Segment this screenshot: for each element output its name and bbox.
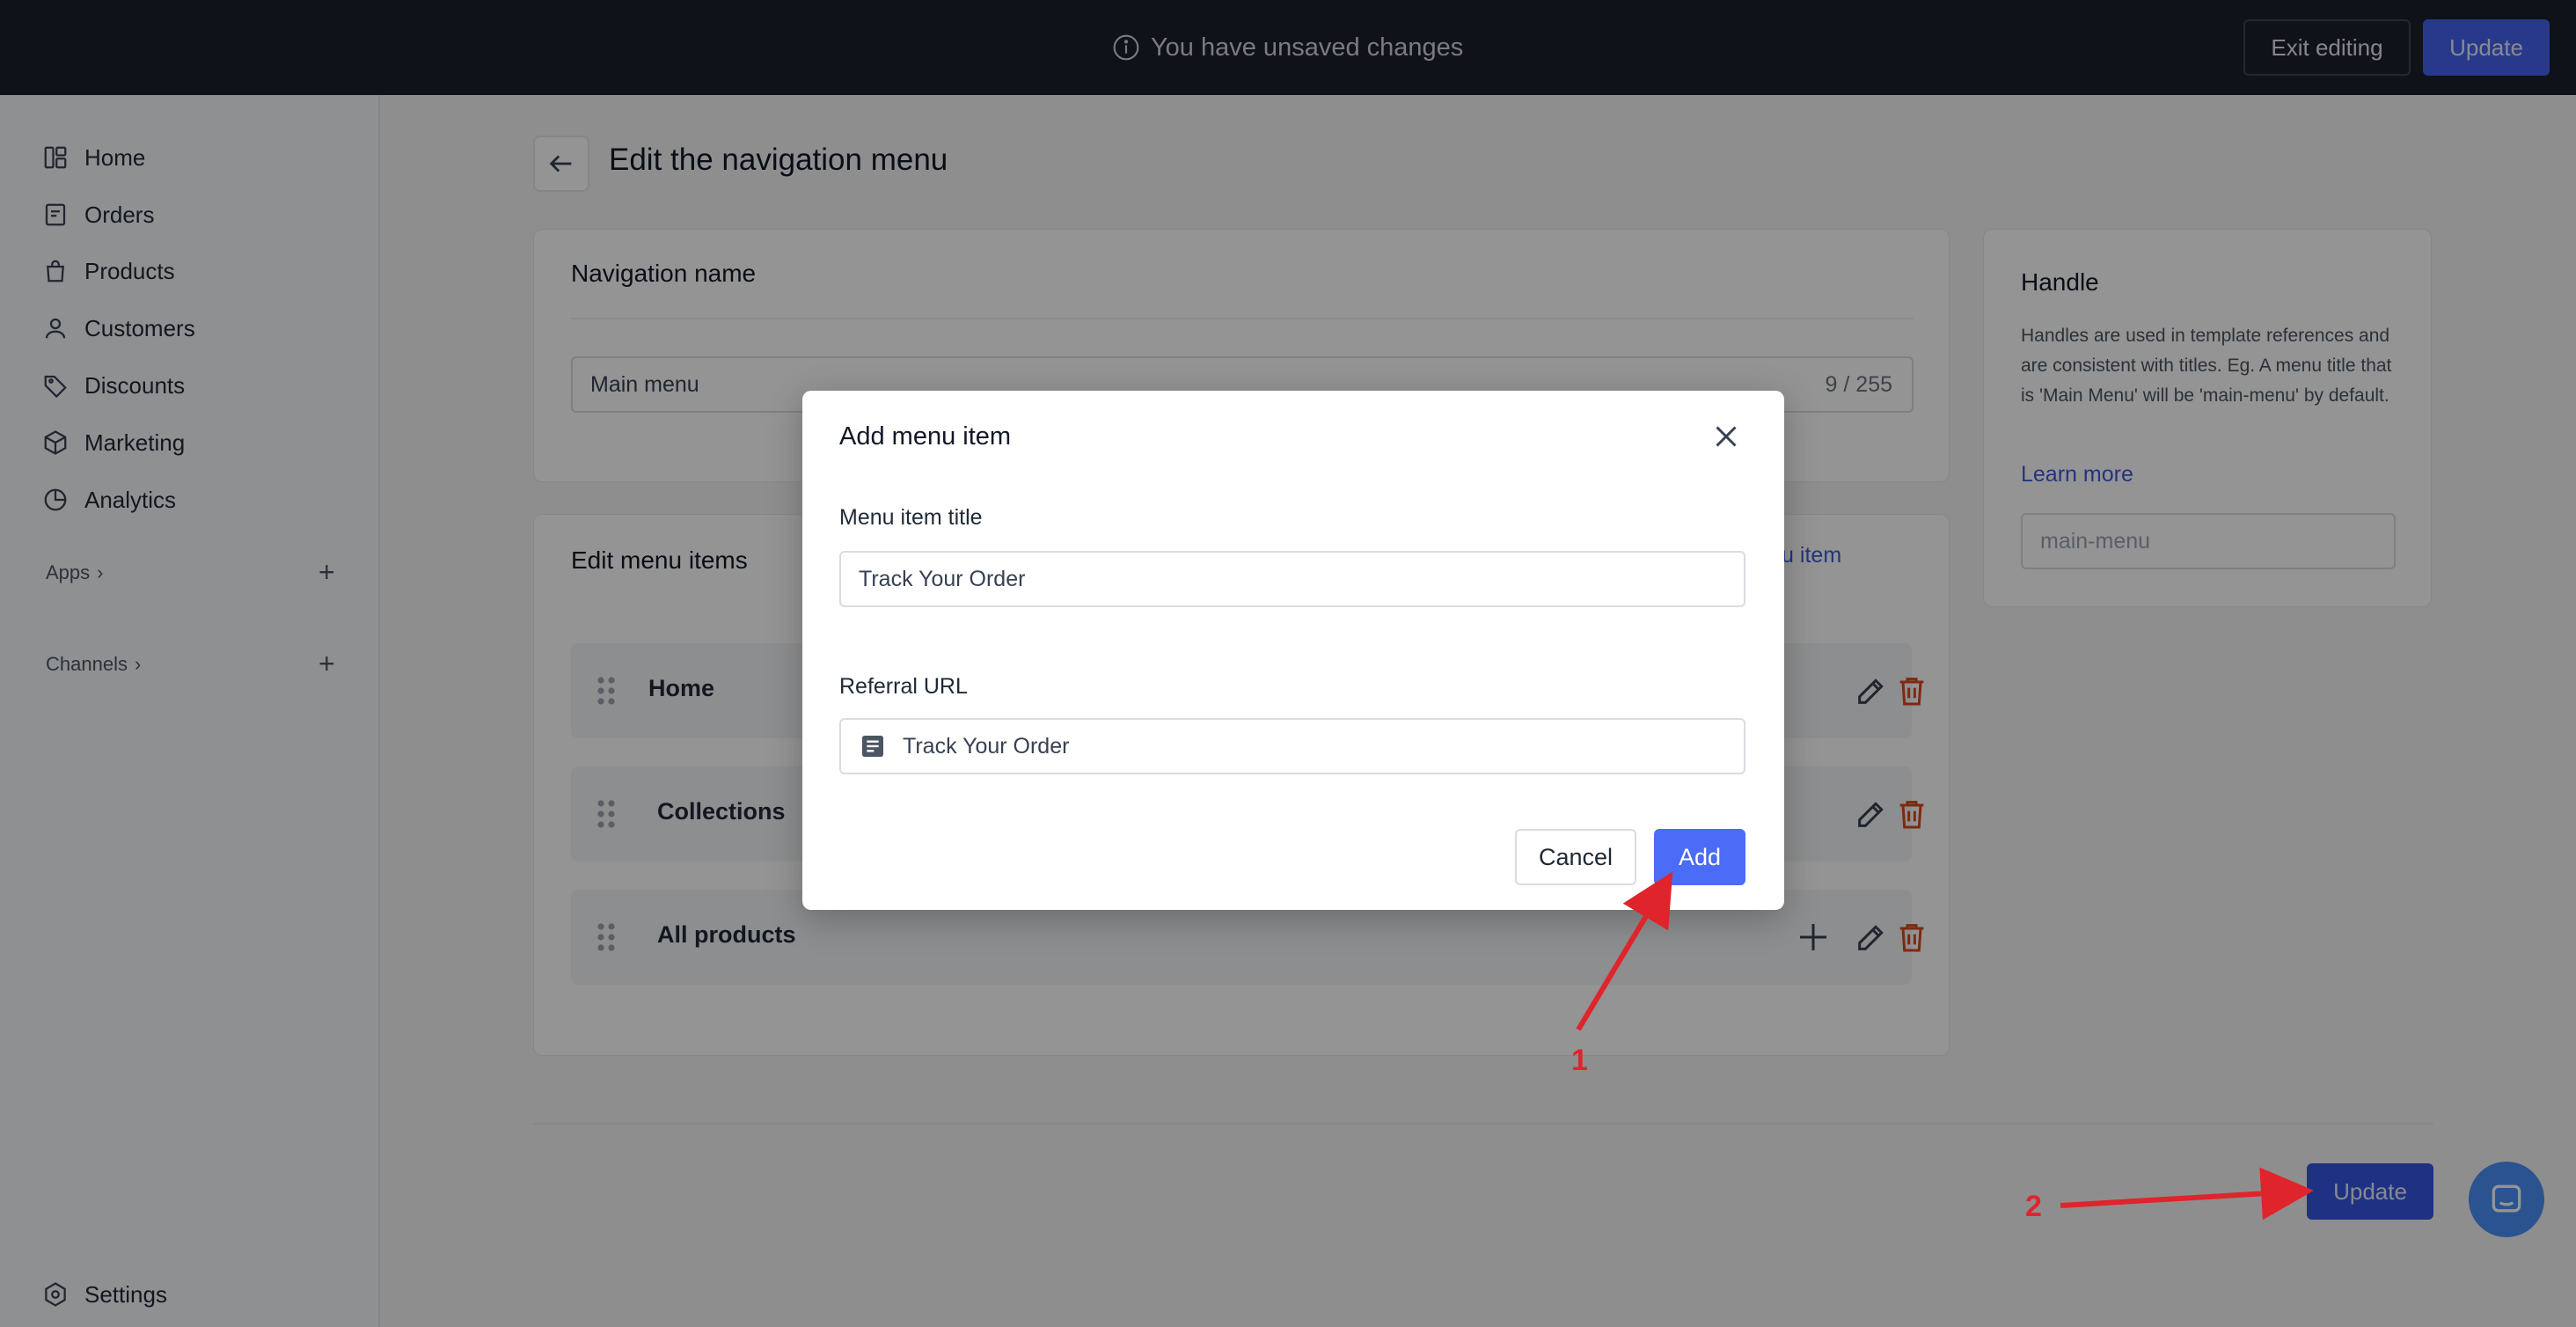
referral-url-input[interactable]: Track Your Order	[839, 718, 1745, 774]
annotation-step-1: 1	[1571, 1044, 1588, 1077]
add-menu-item-modal: Add menu item Menu item title Track Your…	[802, 391, 1784, 910]
menu-item-title-value: Track Your Order	[859, 566, 1026, 591]
referral-url-label: Referral URL	[839, 674, 968, 699]
close-icon[interactable]	[1710, 421, 1742, 452]
menu-item-title-label: Menu item title	[839, 505, 983, 530]
add-button[interactable]: Add	[1654, 829, 1745, 885]
document-icon	[862, 736, 883, 757]
cancel-button[interactable]: Cancel	[1515, 829, 1636, 885]
modal-title: Add menu item	[839, 422, 1012, 451]
referral-url-value: Track Your Order	[903, 733, 1070, 759]
annotation-step-2: 2	[2025, 1190, 2042, 1223]
menu-item-title-input[interactable]: Track Your Order	[839, 551, 1745, 607]
